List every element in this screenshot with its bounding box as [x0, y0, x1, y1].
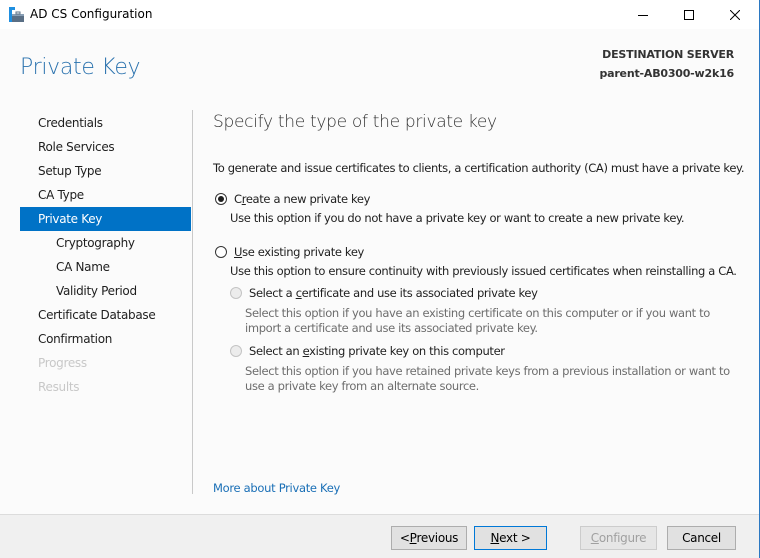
nav-item-progress: Progress	[38, 356, 87, 370]
description-line: Select this option if you have retained …	[245, 364, 730, 378]
select-existing-key-radio[interactable]: Select an existing private key on this c…	[230, 344, 505, 358]
select-certificate-radio[interactable]: Select a certificate and use its associa…	[230, 286, 538, 300]
nav-item-confirmation[interactable]: Confirmation	[20, 327, 191, 351]
wizard-footer: < Previous Next > Configure Cancel	[0, 514, 759, 558]
use-existing-private-key-label: Use existing private key	[234, 245, 365, 259]
maximize-button[interactable]	[666, 0, 712, 29]
select-certificate-label: Select a certificate and use its associa…	[249, 286, 538, 300]
radio-disabled-icon	[230, 287, 242, 299]
destination-server-label: DESTINATION SERVER	[602, 48, 734, 61]
nav-divider	[192, 110, 193, 494]
window-title: AD CS Configuration	[30, 7, 153, 21]
close-button[interactable]	[712, 0, 758, 29]
description-line: import a certificate and use its associa…	[245, 321, 538, 335]
previous-button[interactable]: < Previous	[391, 526, 467, 550]
configure-button: Configure	[580, 526, 657, 550]
server-manager-briefcase-icon	[9, 7, 25, 23]
create-new-private-key-description: Use this option if you do not have a pri…	[230, 211, 685, 225]
description-line: Select this option if you have an existi…	[245, 306, 710, 320]
next-button[interactable]: Next >	[474, 526, 547, 550]
use-existing-private-key-radio[interactable]: Use existing private key	[215, 245, 364, 259]
title-bar: AD CS Configuration	[0, 0, 759, 29]
maximize-icon	[684, 9, 694, 20]
radio-checked-icon	[215, 193, 227, 205]
more-about-private-key-link[interactable]: More about Private Key	[213, 481, 340, 495]
nav-item-ca-type[interactable]: CA Type	[20, 183, 191, 207]
nav-item-ca-name[interactable]: CA Name	[20, 255, 191, 279]
nav-item-validity-period[interactable]: Validity Period	[20, 279, 191, 303]
nav-item-cryptography[interactable]: Cryptography	[20, 231, 191, 255]
use-existing-private-key-description: Use this option to ensure continuity wit…	[230, 264, 737, 278]
nav-item-credentials[interactable]: Credentials	[20, 111, 191, 135]
nav-item-role-services[interactable]: Role Services	[20, 135, 191, 159]
description-line: use a private key from an alternate sour…	[245, 379, 479, 393]
close-icon	[730, 9, 740, 20]
destination-server-name: parent-AB0300-w2k16	[599, 67, 734, 80]
radio-unchecked-icon	[215, 246, 227, 258]
nav-item-private-key[interactable]: Private Key	[20, 207, 191, 231]
select-existing-key-label: Select an existing private key on this c…	[249, 344, 505, 358]
select-existing-key-description: Select this option if you have retained …	[245, 364, 730, 394]
create-new-private-key-radio[interactable]: Create a new private key	[215, 192, 370, 206]
minimize-button[interactable]	[620, 0, 666, 29]
select-certificate-description: Select this option if you have an existi…	[245, 306, 710, 336]
wizard-steps-nav: Credentials Role Services Setup Type CA …	[20, 111, 191, 399]
page-title: Private Key	[20, 55, 141, 80]
nav-item-certificate-database[interactable]: Certificate Database	[20, 303, 191, 327]
ad-cs-configuration-window: AD CS Configuration Private Key DESTINAT…	[0, 0, 760, 558]
cancel-button[interactable]: Cancel	[667, 526, 736, 550]
section-heading: Specify the type of the private key	[213, 112, 497, 132]
radio-disabled-icon	[230, 345, 242, 357]
minimize-icon	[638, 14, 648, 16]
nav-item-setup-type[interactable]: Setup Type	[20, 159, 191, 183]
create-new-private-key-label: Create a new private key	[234, 192, 371, 206]
nav-item-results: Results	[38, 380, 80, 394]
intro-text: To generate and issue certificates to cl…	[213, 161, 745, 175]
